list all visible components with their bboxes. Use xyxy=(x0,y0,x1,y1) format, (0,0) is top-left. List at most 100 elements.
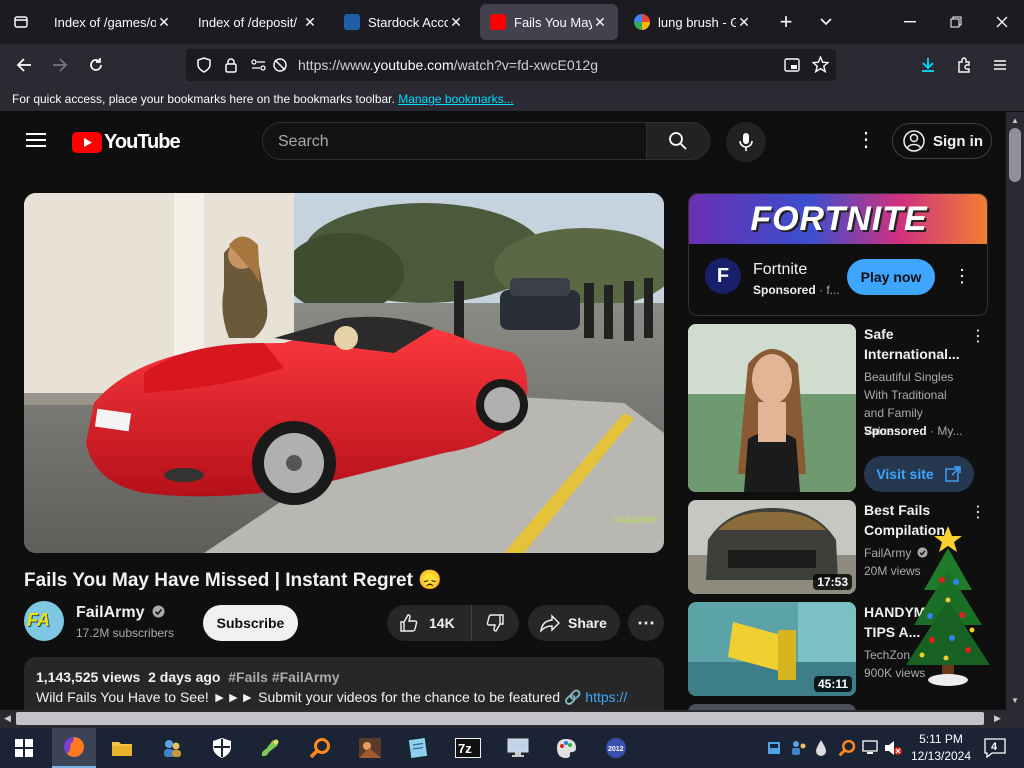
search-input[interactable]: Search xyxy=(262,122,646,160)
scroll-left-arrow-icon[interactable]: ◀ xyxy=(4,713,11,724)
image-viewer-icon[interactable] xyxy=(348,728,392,768)
minimize-window-icon[interactable] xyxy=(888,0,932,44)
like-button[interactable]: 14K xyxy=(387,605,472,641)
sign-in-button[interactable]: Sign in xyxy=(892,123,992,159)
picture-in-picture-icon[interactable] xyxy=(784,57,800,78)
horizontal-scrollbar[interactable]: ◀ ▶ xyxy=(0,710,1024,728)
tab-index-deposit[interactable]: Index of /deposit/ ✕ xyxy=(188,4,328,40)
tab-youtube-fails[interactable]: Fails You May Have ✕ xyxy=(480,4,618,40)
tray-droplet-icon[interactable] xyxy=(815,739,827,762)
ad-more-icon[interactable]: ⋮ xyxy=(953,266,971,287)
calendar-app-icon[interactable]: 2012 xyxy=(594,728,638,768)
failarmy-watermark: FAILARMY xyxy=(614,515,659,525)
tab-label: Stardock Account xyxy=(368,14,448,30)
scroll-down-arrow-icon[interactable]: ▼ xyxy=(1011,696,1019,705)
search-magnifier-app-icon[interactable] xyxy=(298,728,342,768)
recommendation-item[interactable]: Safe International... Beautiful Singles … xyxy=(688,324,988,492)
close-tab-icon[interactable]: ✕ xyxy=(592,14,608,31)
tray-network-icon[interactable] xyxy=(862,740,880,761)
tab-label: lung brush - Google xyxy=(658,14,736,30)
app-menu-hamburger-icon[interactable] xyxy=(985,50,1015,80)
scroll-up-arrow-icon[interactable]: ▲ xyxy=(1011,116,1019,125)
scroll-right-arrow-icon[interactable]: ▶ xyxy=(994,713,1001,724)
recommendation-thumbnail[interactable] xyxy=(688,324,856,492)
bookmark-star-icon[interactable] xyxy=(811,55,830,78)
close-tab-icon[interactable]: ✕ xyxy=(448,14,464,31)
close-tab-icon[interactable]: ✕ xyxy=(302,14,318,31)
permissions-icon[interactable] xyxy=(250,57,268,78)
manage-bookmarks-link[interactable]: Manage bookmarks... xyxy=(398,92,513,106)
youtube-logo[interactable]: YouTube xyxy=(72,131,181,154)
dislike-button[interactable] xyxy=(472,605,518,641)
more-options-icon[interactable]: ⋮ xyxy=(970,326,986,346)
extensions-puzzle-icon[interactable] xyxy=(949,50,979,80)
forward-arrow-icon[interactable] xyxy=(45,50,75,80)
search-placeholder: Search xyxy=(278,133,329,150)
autoplay-blocked-icon[interactable] xyxy=(272,57,288,78)
hashtags[interactable]: #Fails #FailArmy xyxy=(228,669,339,685)
advertiser-avatar[interactable]: F xyxy=(705,258,741,294)
paint-brush-icon[interactable] xyxy=(248,728,292,768)
recommendation-title[interactable]: Safe International... xyxy=(864,324,964,364)
chevron-down-icon[interactable] xyxy=(812,0,840,44)
more-options-icon[interactable]: ⋮ xyxy=(970,502,986,522)
volume-muted-icon[interactable] xyxy=(884,740,902,761)
lock-icon[interactable] xyxy=(224,57,238,78)
vertical-scrollbar[interactable]: ▲ ▼ xyxy=(1006,112,1024,710)
play-now-button[interactable]: Play now xyxy=(847,259,935,295)
visit-site-button[interactable]: Visit site xyxy=(864,456,974,492)
video-player[interactable]: FAILARMY xyxy=(24,193,664,553)
url-path: /watch?v=fd-xwcE012g xyxy=(453,57,598,73)
thumbs-down-icon xyxy=(486,614,504,632)
settings-kebab-icon[interactable]: ⋮ xyxy=(856,130,876,150)
close-tab-icon[interactable]: ✕ xyxy=(736,14,752,31)
firefox-taskbar-icon[interactable] xyxy=(52,728,96,768)
voice-search-button[interactable] xyxy=(726,122,766,162)
guide-menu-icon[interactable] xyxy=(26,132,46,153)
security-shield-icon[interactable] xyxy=(200,728,244,768)
start-windows-icon[interactable] xyxy=(2,728,46,768)
tab-index-games[interactable]: Index of /games/oth ✕ xyxy=(44,4,182,40)
notes-app-icon[interactable] xyxy=(396,728,440,768)
more-actions-button[interactable]: ⋯ xyxy=(628,605,664,641)
downloads-icon[interactable] xyxy=(913,50,943,80)
tab-list-icon[interactable] xyxy=(4,0,38,44)
subscribe-button[interactable]: Subscribe xyxy=(203,605,298,641)
vertical-scroll-thumb[interactable] xyxy=(1009,128,1021,182)
back-arrow-icon[interactable] xyxy=(9,50,39,80)
description-link[interactable]: https:// xyxy=(585,689,627,705)
system-clock[interactable]: 5:11 PM 12/13/2024 xyxy=(906,731,976,765)
horizontal-scroll-thumb[interactable] xyxy=(16,712,984,725)
close-window-icon[interactable] xyxy=(980,0,1024,44)
youtube-wordmark: YouTube xyxy=(104,131,181,153)
tray-search-app-icon[interactable] xyxy=(838,739,856,762)
notification-center-icon[interactable]: 4 xyxy=(984,738,1006,759)
remote-desktop-icon[interactable] xyxy=(496,728,540,768)
recommendation-thumbnail[interactable]: 45:11 xyxy=(688,602,856,696)
file-explorer-icon[interactable] xyxy=(100,728,144,768)
video-frame-thumbnail: FAILARMY xyxy=(24,193,664,553)
tab-label: Index of /deposit/ xyxy=(198,14,298,30)
sponsored-ad-card[interactable]: FORTNITE F Fortnite Sponsored · f... Pla… xyxy=(688,193,988,316)
browser-nav-bar: https://www.youtube.com/watch?v=fd-xwcE0… xyxy=(0,44,1024,86)
tray-display-icon[interactable] xyxy=(768,740,780,761)
reload-icon[interactable] xyxy=(81,50,111,80)
tab-google-search[interactable]: lung brush - Google ✕ xyxy=(624,4,762,40)
video-description[interactable]: 1,143,525 views 2 days ago #Fails #FailA… xyxy=(24,657,664,710)
search-button[interactable] xyxy=(646,122,710,160)
new-tab-icon[interactable]: + xyxy=(770,0,802,44)
seven-zip-icon[interactable]: 7z xyxy=(446,728,490,768)
network-users-icon[interactable] xyxy=(150,728,194,768)
channel-avatar[interactable]: FA xyxy=(24,601,64,641)
paint-palette-icon[interactable] xyxy=(544,728,588,768)
recommendation-thumbnail[interactable]: 17:53 xyxy=(688,500,856,594)
share-button[interactable]: Share xyxy=(528,605,620,641)
tray-people-icon[interactable] xyxy=(790,739,808,762)
restore-window-icon[interactable] xyxy=(934,0,978,44)
channel-name[interactable]: FailArmy xyxy=(76,604,165,622)
close-tab-icon[interactable]: ✕ xyxy=(156,14,172,31)
ad-banner[interactable]: FORTNITE xyxy=(689,194,987,244)
tracking-shield-icon[interactable] xyxy=(196,57,212,78)
address-bar[interactable]: https://www.youtube.com/watch?v=fd-xwcE0… xyxy=(186,49,836,81)
tab-stardock[interactable]: Stardock Account ✕ xyxy=(334,4,474,40)
